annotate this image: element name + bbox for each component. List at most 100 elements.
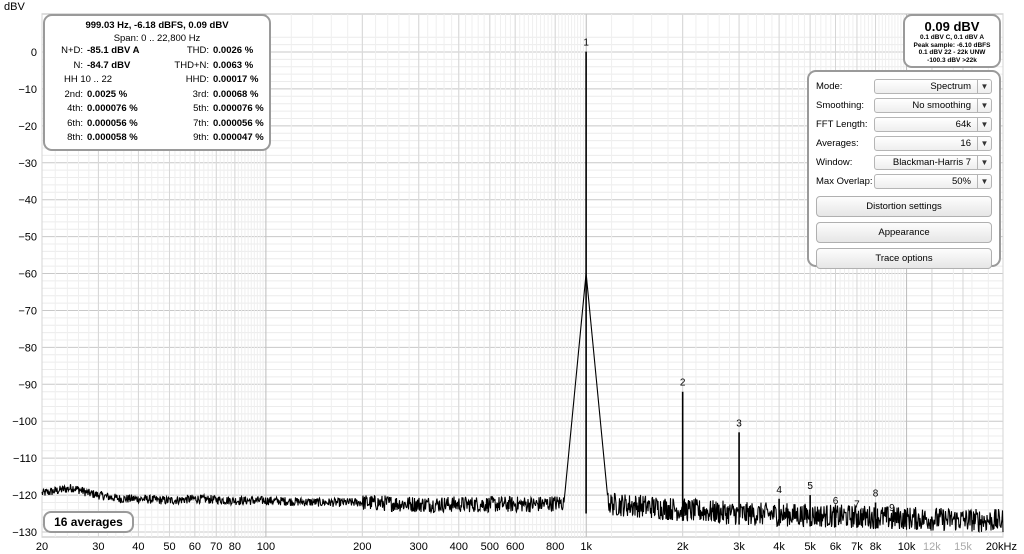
x-tick-label: 200	[353, 541, 371, 553]
chevron-down-icon: ▼	[977, 175, 991, 188]
stats-label: 3rd:	[192, 88, 209, 100]
harmonic-label: 7	[854, 500, 860, 511]
trace-options-button[interactable]: Trace options	[816, 248, 992, 269]
x-tick-label: 60	[189, 541, 201, 553]
y-tick-label: −30	[18, 158, 37, 170]
fft-length-select[interactable]: 64k ▼	[874, 117, 992, 132]
stats-cell: THD+N: 0.0063 %	[157, 59, 269, 74]
x-tick-label: 20kHz	[986, 541, 1017, 553]
harmonic-label: 4	[776, 485, 782, 496]
stats-cell: 5th: 0.000076 %	[157, 102, 269, 117]
stats-cell: 3rd: 0.00068 %	[157, 88, 269, 103]
x-tick-label: 300	[410, 541, 428, 553]
y-tick-label: 0	[31, 47, 37, 59]
x-tick-label: 70	[210, 541, 222, 553]
y-axis-label: dBV	[4, 1, 25, 13]
level-value: 0.09 dBV	[924, 19, 980, 34]
stats-value: 0.000056 %	[213, 117, 264, 129]
level-peak-sample: Peak sample: -6.10 dBFS	[913, 41, 991, 49]
x-tick-label: 1k	[580, 541, 592, 553]
x-tick-label: 400	[450, 541, 468, 553]
stats-value: 0.000076 %	[213, 103, 264, 114]
x-tick-label: 6k	[830, 541, 842, 553]
smoothing-label: Smoothing:	[816, 100, 865, 111]
stats-cell: 6th: 0.000056 %	[45, 117, 157, 132]
stats-value: -84.7 dBV	[87, 59, 131, 71]
stats-cell: 7th: 0.000056 %	[157, 117, 269, 132]
level-weighted: 0.1 dBV C, 0.1 dBV A	[919, 34, 985, 41]
averages-select[interactable]: 16 ▼	[874, 136, 992, 151]
stats-label: 6th:	[67, 117, 83, 129]
stats-row: 6th: 0.000056 % 7th: 0.000056 %	[45, 117, 269, 132]
x-tick-label: 2k	[677, 541, 689, 553]
harmonic-label: 6	[833, 496, 839, 507]
stats-cell: N: -84.7 dBV	[45, 59, 157, 74]
appearance-button[interactable]: Appearance	[816, 222, 992, 243]
stats-value: 0.000058 %	[87, 132, 138, 143]
y-tick-label: −120	[12, 490, 37, 502]
x-tick-label: 4k	[773, 541, 785, 553]
stats-value: 0.00017 %	[213, 74, 259, 85]
stats-cell: 9th: 0.000047 %	[157, 131, 269, 146]
x-tick-label: 50	[163, 541, 175, 553]
harmonic-label: 8	[873, 488, 879, 499]
stats-label: HHD:	[185, 74, 209, 85]
stats-row: N: -84.7 dBV THD+N: 0.0063 %	[45, 59, 269, 74]
stats-cell: 2nd: 0.0025 %	[45, 88, 157, 103]
stats-value: 0.000056 %	[87, 117, 138, 129]
x-tick-label: 40	[132, 541, 144, 553]
y-tick-label: −110	[13, 453, 37, 465]
smoothing-select[interactable]: No smoothing ▼	[874, 98, 992, 113]
stats-cell: N+D: -85.1 dBV A	[45, 44, 157, 59]
y-tick-label: −70	[18, 305, 37, 317]
stats-label: 2nd:	[64, 88, 84, 100]
stats-value: 0.00068 %	[213, 88, 259, 100]
averages-badge: 16 averages	[43, 511, 134, 533]
harmonic-label: 1	[583, 38, 589, 49]
x-tick-label: 15k	[954, 541, 972, 553]
x-tick-label: 80	[229, 541, 241, 553]
level-readout-panel: 0.09 dBV 0.1 dBV C, 0.1 dBV A Peak sampl…	[903, 14, 1001, 68]
distortion-stats-panel: 999.03 Hz, -6.18 dBFS, 0.09 dBV Span: 0 …	[43, 14, 271, 151]
stats-rows: N+D: -85.1 dBV A THD: 0.0026 % N: -84.7 dBV TH…	[45, 44, 269, 146]
chevron-down-icon: ▼	[977, 118, 991, 131]
level-above-band: -100.3 dBV >22k	[927, 56, 977, 64]
x-tick-label: 30	[92, 541, 104, 553]
harmonic-label: 2	[680, 378, 686, 389]
stats-value: -85.1 dBV A	[87, 45, 140, 56]
window-label: Window:	[816, 157, 853, 168]
stats-label: THD:	[186, 45, 209, 56]
stats-label: 8th:	[67, 132, 83, 143]
x-tick-label: 7k	[851, 541, 863, 553]
stats-cell: 8th: 0.000058 %	[45, 131, 157, 146]
max-overlap-select[interactable]: 50% ▼	[874, 174, 992, 189]
max-overlap-value: 50%	[951, 176, 971, 187]
x-tick-label: 5k	[804, 541, 816, 553]
stats-label: 5th:	[193, 103, 209, 114]
distortion-settings-button[interactable]: Distortion settings	[816, 196, 992, 217]
max-overlap-row: Max Overlap: 50% ▼	[816, 172, 992, 191]
harmonic-label: 9	[889, 503, 895, 514]
stats-value: 0.0063 %	[213, 59, 254, 71]
stats-header: 999.03 Hz, -6.18 dBFS, 0.09 dBV	[85, 20, 229, 31]
mode-select[interactable]: Spectrum ▼	[874, 79, 992, 94]
y-tick-label: −50	[18, 232, 37, 244]
stats-label: HH 10 .. 22	[63, 74, 113, 85]
stats-label: N+D:	[61, 45, 83, 56]
window-value: Blackman-Harris 7	[892, 157, 971, 168]
x-tick-label: 8k	[870, 541, 882, 553]
x-tick-label: 500	[481, 541, 499, 553]
stats-row: 4th: 0.000076 % 5th: 0.000076 %	[45, 102, 269, 117]
y-tick-label: −20	[18, 121, 37, 133]
y-tick-label: −80	[18, 342, 37, 354]
stats-label: THD+N:	[174, 59, 209, 71]
stats-value: 0.0025 %	[87, 88, 128, 100]
averages-row: Averages: 16 ▼	[816, 134, 992, 153]
window-select[interactable]: Blackman-Harris 7 ▼	[874, 155, 992, 170]
x-tick-label: 600	[506, 541, 524, 553]
mode-row: Mode: Spectrum ▼	[816, 77, 992, 96]
fft-length-row: FFT Length: 64k ▼	[816, 115, 992, 134]
stats-cell: THD: 0.0026 %	[157, 44, 269, 59]
x-tick-label: 800	[546, 541, 564, 553]
averages-value: 16	[960, 138, 971, 149]
